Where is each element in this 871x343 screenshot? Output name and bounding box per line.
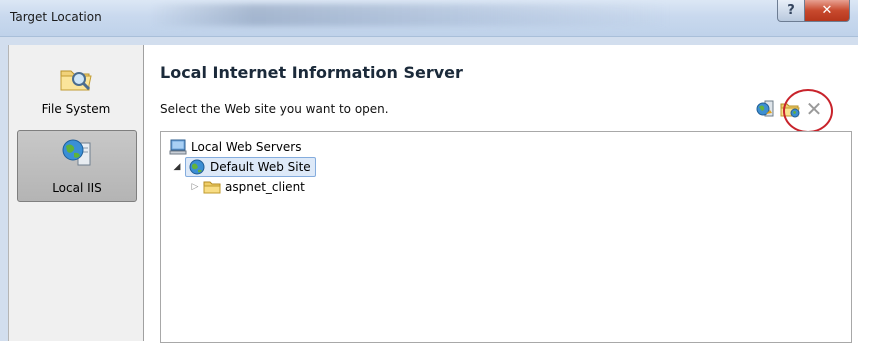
expand-arrow-icon[interactable]: ◢ <box>171 162 183 172</box>
tree-node-label: aspnet_client <box>225 180 305 194</box>
window-title: Target Location <box>10 10 102 24</box>
tree-node-label: Local Web Servers <box>191 140 302 154</box>
refresh-server-icon[interactable] <box>756 99 776 119</box>
sidebar-item-file-system[interactable]: File System <box>17 57 135 122</box>
title-bar[interactable]: Target Location ? ✕ <box>0 0 858 37</box>
close-button[interactable]: ✕ <box>805 0 850 22</box>
folder-search-icon <box>59 63 93 96</box>
sidebar-item-label: File System <box>41 102 111 116</box>
location-sidebar: File System Local IIS <box>8 45 144 341</box>
sidebar-item-label: Local IIS <box>52 181 102 195</box>
tree-node-label: Default Web Site <box>210 160 311 174</box>
tree-node-local-web-servers[interactable]: Local Web Servers <box>169 138 302 156</box>
caption-buttons: ? ✕ <box>777 0 850 22</box>
web-site-tree[interactable]: Local Web Servers ◢ Default Web Site ▷ a… <box>160 131 852 343</box>
highlight-circle <box>783 89 833 133</box>
tree-node-aspnet-client[interactable]: ▷ aspnet_client <box>189 178 305 196</box>
title-bar-glass <box>150 4 670 26</box>
computer-icon <box>169 139 187 155</box>
help-button[interactable]: ? <box>777 0 805 22</box>
selected-node-highlight: Default Web Site <box>185 157 316 177</box>
window-frame: File System Local IIS Local Internet Inf… <box>0 37 858 343</box>
instruction-text: Select the Web site you want to open. <box>160 102 389 116</box>
folder-icon <box>203 179 221 195</box>
target-location-dialog: Target Location ? ✕ File System Local II… <box>0 0 858 343</box>
sidebar-item-local-iis[interactable]: Local IIS <box>17 130 137 202</box>
tree-node-default-web-site[interactable]: ◢ Default Web Site <box>171 157 316 177</box>
globe-icon <box>188 159 206 175</box>
iis-globe-server-icon <box>60 137 94 172</box>
dialog-body: File System Local IIS Local Internet Inf… <box>8 45 858 343</box>
collapse-arrow-icon[interactable]: ▷ <box>189 182 201 192</box>
page-title: Local Internet Information Server <box>160 63 463 82</box>
